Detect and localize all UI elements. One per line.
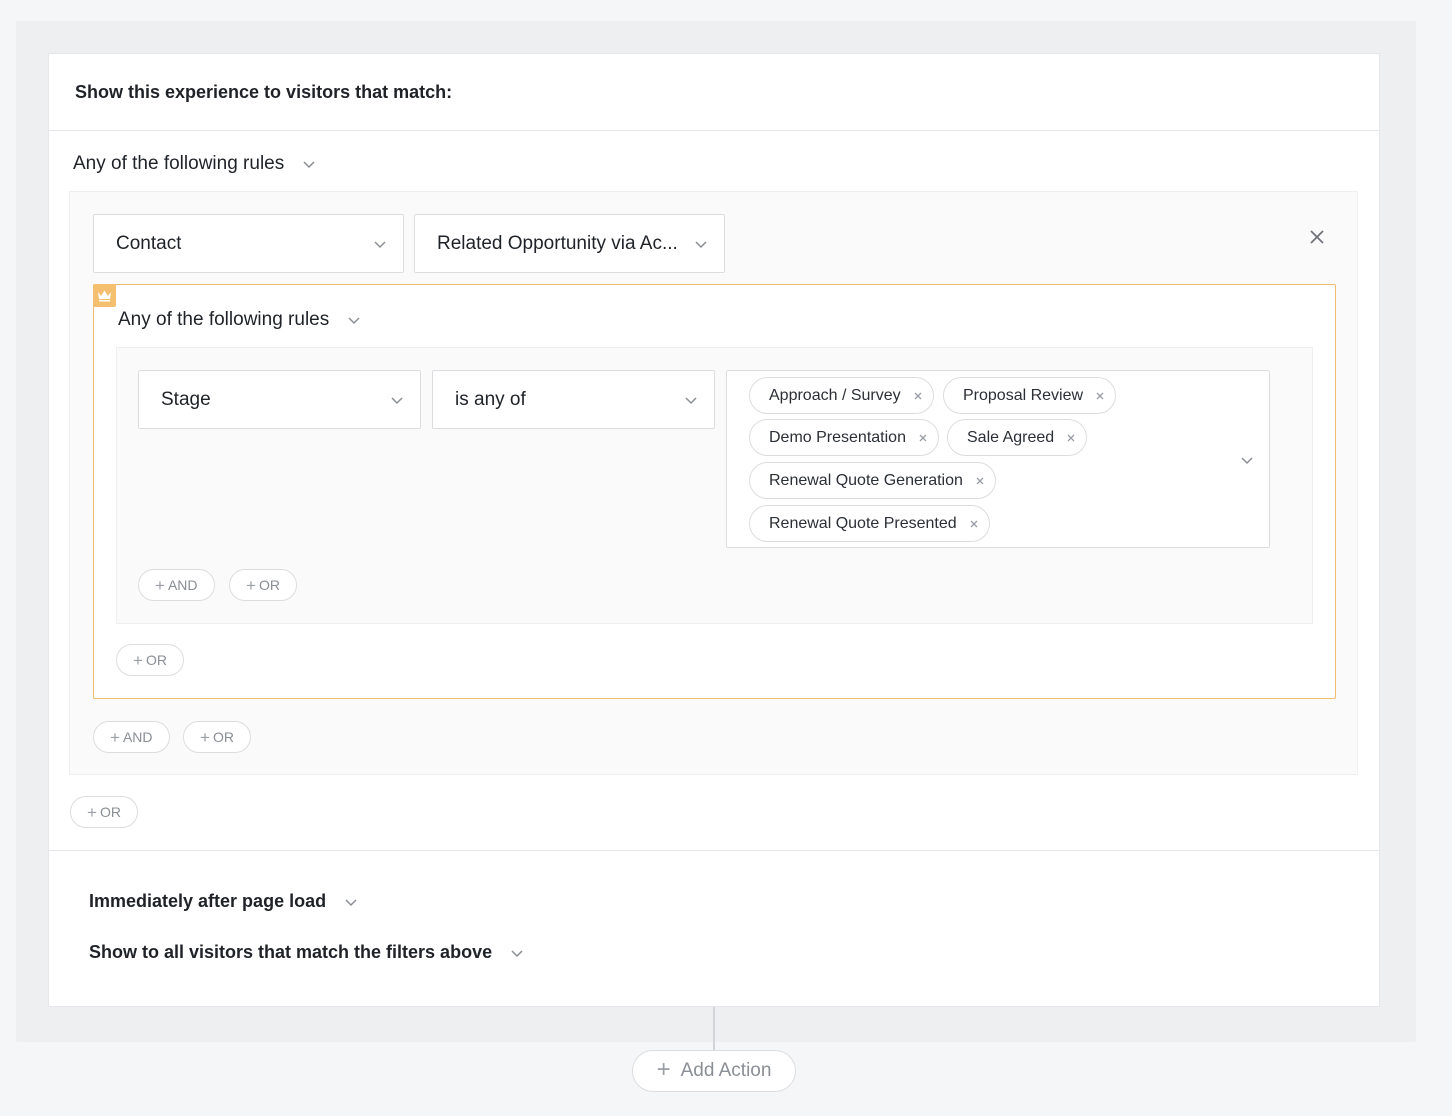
- card-title: Show this experience to visitors that ma…: [49, 54, 1379, 131]
- close-icon[interactable]: [969, 519, 979, 529]
- crown-icon: [93, 284, 116, 307]
- plus-icon: +: [200, 727, 210, 747]
- relation-select[interactable]: Related Opportunity via Ac...: [414, 214, 725, 273]
- targeting-card: Show this experience to visitors that ma…: [48, 53, 1380, 1007]
- flow-connector: [713, 1007, 715, 1051]
- add-or-rule-button[interactable]: + OR: [70, 796, 138, 828]
- field-select[interactable]: Stage: [138, 370, 421, 429]
- value-tag: Proposal Review: [943, 377, 1117, 414]
- plus-icon: +: [87, 802, 97, 822]
- plus-icon: +: [155, 575, 165, 595]
- nested-rules-mode-dropdown[interactable]: Any of the following rules: [118, 309, 361, 331]
- value-tag: Demo Presentation: [749, 419, 939, 456]
- chevron-down-icon: [684, 393, 698, 407]
- chevron-down-icon: [390, 393, 404, 407]
- timing-dropdown[interactable]: Immediately after page load: [89, 891, 358, 912]
- close-icon[interactable]: [1066, 433, 1076, 443]
- premium-rule-group: Any of the following rules Stage is any …: [93, 284, 1336, 699]
- value-tag: Sale Agreed: [947, 419, 1088, 456]
- add-or-group-button[interactable]: + OR: [116, 644, 184, 676]
- close-icon[interactable]: [1095, 391, 1105, 401]
- value-tag: Renewal Quote Presented: [749, 505, 990, 542]
- plus-icon: +: [656, 1056, 671, 1083]
- operator-select[interactable]: is any of: [432, 370, 715, 429]
- close-icon[interactable]: [1308, 228, 1326, 246]
- add-or-button[interactable]: + OR: [229, 569, 297, 601]
- chevron-down-icon[interactable]: [1240, 453, 1254, 467]
- nested-condition: Stage is any of Approach / Survey Propos…: [116, 347, 1313, 624]
- rule-group: Contact Related Opportunity via Ac... An…: [69, 191, 1358, 775]
- add-action-button[interactable]: + Add Action: [632, 1050, 796, 1092]
- close-icon[interactable]: [975, 476, 985, 486]
- chevron-down-icon: [344, 895, 358, 909]
- audience-dropdown[interactable]: Show to all visitors that match the filt…: [89, 942, 524, 963]
- outer-rules-mode-dropdown[interactable]: Any of the following rules: [73, 153, 316, 175]
- chevron-down-icon: [510, 946, 524, 960]
- add-or-button[interactable]: + OR: [183, 721, 251, 753]
- plus-icon: +: [133, 650, 143, 670]
- chevron-down-icon: [694, 237, 708, 251]
- plus-icon: +: [246, 575, 256, 595]
- add-and-button[interactable]: + AND: [93, 721, 170, 753]
- close-icon[interactable]: [913, 391, 923, 401]
- chevron-down-icon: [347, 313, 361, 327]
- close-icon[interactable]: [918, 433, 928, 443]
- value-tag: Approach / Survey: [749, 377, 934, 414]
- value-tag: Renewal Quote Generation: [749, 462, 996, 499]
- stage-values-multiselect[interactable]: Approach / Survey Proposal Review Demo P…: [726, 370, 1270, 548]
- plus-icon: +: [110, 727, 120, 747]
- section-divider: [49, 850, 1379, 851]
- chevron-down-icon: [373, 237, 387, 251]
- object-select[interactable]: Contact: [93, 214, 404, 273]
- add-and-button[interactable]: + AND: [138, 569, 215, 601]
- chevron-down-icon: [302, 157, 316, 171]
